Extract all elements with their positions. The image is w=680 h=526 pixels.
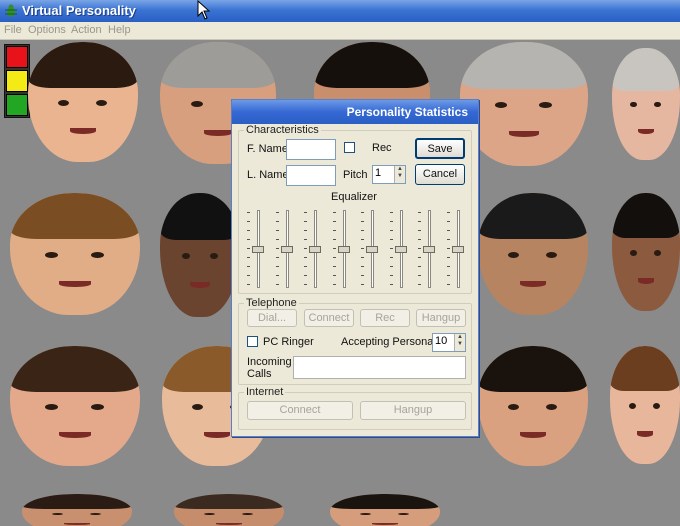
mouse-cursor-icon [197,0,211,20]
personality-face[interactable] [22,494,132,526]
yellow-light [6,70,28,92]
personality-face[interactable] [610,346,680,464]
save-button[interactable]: Save [415,138,465,159]
incoming-calls-label-line1: Incoming [247,356,292,368]
internet-connect-button[interactable]: Connect [247,401,353,420]
equalizer-label: Equalizer [331,191,377,203]
personality-face[interactable] [612,193,680,311]
accepting-personality-label: Accepting Personality [341,336,447,348]
first-name-label: F. Name [247,143,288,155]
incoming-calls-field[interactable] [293,356,466,379]
last-name-label: L. Name [247,169,289,181]
pc-ringer-checkbox[interactable] [247,336,258,347]
pitch-label: Pitch [343,169,367,181]
title-bar: Virtual Personality [0,0,680,22]
spinner-arrows-icon[interactable]: ▲▼ [394,166,405,183]
first-name-field[interactable] [286,139,336,160]
status-traffic-light [4,44,30,118]
personality-face[interactable] [28,42,138,162]
personality-face[interactable] [10,193,140,315]
internet-label: Internet [244,386,285,398]
dialog-title: Personality Statistics [232,100,478,124]
menu-action[interactable]: Action [71,24,102,36]
red-light [6,46,28,68]
equalizer-slider-3[interactable] [308,210,322,288]
equalizer-slider-4[interactable] [337,210,351,288]
equalizer-slider-8[interactable] [451,210,465,288]
personality-face[interactable] [330,494,440,526]
personality-statistics-dialog: Personality Statistics Characteristics F… [231,99,479,437]
green-light [6,94,28,116]
equalizer-slider-1[interactable] [251,210,265,288]
telephone-hangup-button[interactable]: Hangup [416,309,466,327]
last-name-field[interactable] [286,165,336,186]
pitch-value: 1 [375,167,381,179]
personality-face[interactable] [478,346,588,466]
internet-hangup-button[interactable]: Hangup [360,401,466,420]
characteristics-label: Characteristics [244,124,321,136]
accepting-personality-spinner[interactable]: 10 ▲▼ [432,333,466,352]
equalizer-slider-6[interactable] [394,210,408,288]
pitch-spinner[interactable]: 1 ▲▼ [372,165,406,184]
personality-face[interactable] [10,346,140,466]
pc-ringer-label: PC Ringer [263,336,314,348]
personality-face[interactable] [612,48,680,160]
menu-file[interactable]: File [4,24,22,36]
cancel-button[interactable]: Cancel [415,164,465,185]
window-title: Virtual Personality [22,3,136,18]
incoming-calls-label-line2: Calls [247,368,271,380]
dial-button[interactable]: Dial... [247,309,297,327]
menu-help[interactable]: Help [108,24,131,36]
rec-checkbox[interactable] [344,142,355,153]
menu-options[interactable]: Options [28,24,66,36]
rec-checkbox-label: Rec [372,142,392,154]
telephone-connect-button[interactable]: Connect [304,309,354,327]
accepting-personality-value: 10 [435,335,447,347]
equalizer-slider-7[interactable] [422,210,436,288]
spinner-arrows-icon[interactable]: ▲▼ [454,334,465,351]
personality-face[interactable] [174,494,284,526]
menu-bar: File Options Action Help [0,22,680,40]
personality-face[interactable] [460,42,588,166]
telephone-rec-button[interactable]: Rec [360,309,410,327]
personality-face[interactable] [478,193,588,315]
telephone-label: Telephone [244,297,299,309]
equalizer-slider-5[interactable] [365,210,379,288]
personality-face[interactable] [160,193,240,317]
app-bug-icon [3,3,19,19]
equalizer-slider-2[interactable] [280,210,294,288]
